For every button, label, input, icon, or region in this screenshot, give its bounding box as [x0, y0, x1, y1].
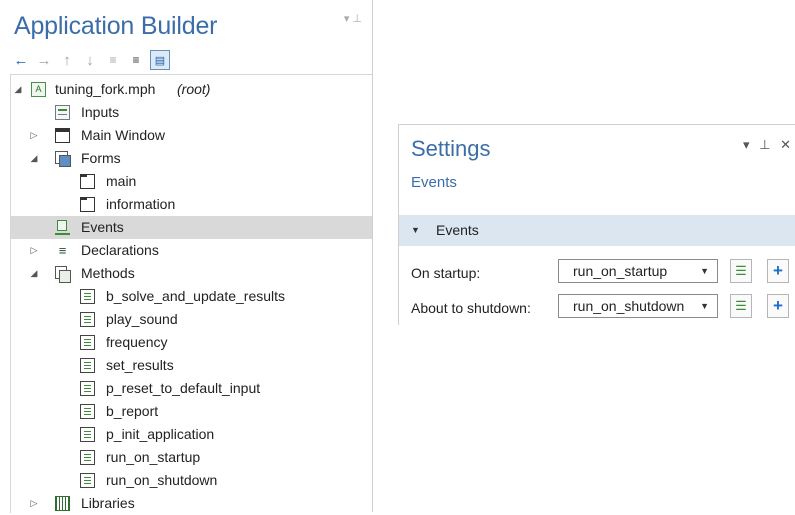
on-startup-row: On startup: run_on_startup ▼ ☰ +: [399, 259, 795, 287]
on-startup-value: run_on_startup: [573, 263, 668, 279]
builder-window-controls[interactable]: ▾ ⊥: [344, 12, 362, 25]
tree-item-p-reset-to-default-input[interactable]: p_reset_to_default_input: [11, 377, 372, 400]
method-icon: [80, 450, 95, 465]
on-startup-select[interactable]: run_on_startup ▼: [558, 259, 718, 283]
tree-item-label: Forms: [81, 150, 121, 166]
tree-item-label: frequency: [106, 334, 168, 350]
declarations-icon: ≡: [58, 243, 67, 258]
tree-item-label: run_on_shutdown: [106, 472, 218, 488]
tree-item-play-sound[interactable]: play_sound: [11, 308, 372, 331]
settings-subtitle: Events: [411, 174, 457, 191]
chevron-down-icon: ▼: [700, 301, 709, 311]
back-arrow-icon[interactable]: ←: [12, 51, 30, 69]
method-icon: [80, 312, 95, 327]
tree-item-b-report[interactable]: b_report: [11, 400, 372, 423]
tree-item-inputs[interactable]: Inputs: [11, 101, 372, 124]
tree-item-label: set_results: [106, 357, 174, 373]
tree-item-forms[interactable]: ◢ Forms: [11, 147, 372, 170]
chevron-down-icon: ▼: [700, 266, 709, 276]
tree-item-label: Methods: [81, 265, 135, 281]
form-icon: [80, 197, 95, 212]
tree-item-label: Events: [81, 219, 124, 235]
tree-item-label: play_sound: [106, 311, 178, 327]
tree-item-label: p_reset_to_default_input: [106, 380, 261, 396]
plus-icon: +: [773, 261, 783, 280]
application-builder-panel: Application Builder ▾ ⊥ ← → ↑ ↓ ≡ ≡ ▤ ◢ A…: [0, 0, 373, 513]
tree-item-declarations[interactable]: ▷ ≡ Declarations: [11, 239, 372, 262]
add-method-button[interactable]: +: [767, 259, 789, 283]
tree-item-label: tuning_fork.mph: [55, 81, 156, 97]
tree-item-b-solve-and-update-results[interactable]: b_solve_and_update_results: [11, 285, 372, 308]
expand-arrow-icon[interactable]: ▷: [29, 239, 39, 262]
show-icon[interactable]: ▤: [150, 50, 170, 70]
tree-item-events[interactable]: Events: [11, 216, 372, 239]
collapse-all-icon[interactable]: ≡: [104, 51, 122, 69]
tree-item-label: main: [106, 173, 137, 189]
tree-item-main[interactable]: main: [11, 170, 372, 193]
on-startup-label: On startup:: [411, 265, 481, 281]
tree-item-set-results[interactable]: set_results: [11, 354, 372, 377]
move-up-icon[interactable]: ↑: [58, 51, 76, 69]
tree-item-main-window[interactable]: ▷ Main Window: [11, 124, 372, 147]
method-icon: [80, 289, 95, 304]
method-icon: [80, 358, 95, 373]
section-label: Events: [436, 222, 479, 238]
settings-panel: Settings ▾ ⊥ ✕ Events ▼ Events On startu…: [398, 124, 795, 325]
add-method-button[interactable]: +: [767, 294, 789, 318]
expand-all-icon[interactable]: ≡: [127, 51, 145, 69]
method-icon: [80, 404, 95, 419]
about-to-shutdown-select[interactable]: run_on_shutdown ▼: [558, 294, 718, 318]
root-icon: A: [31, 82, 46, 97]
tree-item-label: p_init_application: [106, 426, 215, 442]
tree-item-information[interactable]: information: [11, 193, 372, 216]
forward-arrow-icon[interactable]: →: [35, 51, 53, 69]
libraries-icon: [55, 496, 70, 511]
events-section-header[interactable]: ▼ Events: [399, 215, 795, 246]
events-icon: [55, 220, 70, 235]
root-suffix: (root): [177, 81, 211, 97]
methods-icon: [55, 266, 71, 283]
tree-item-tuning-fork-mph[interactable]: ◢ Atuning_fork.mph (root): [11, 78, 372, 101]
method-icon: [80, 473, 95, 488]
tree-item-run-on-shutdown[interactable]: run_on_shutdown: [11, 469, 372, 492]
builder-toolbar: ← → ↑ ↓ ≡ ≡ ▤: [12, 49, 170, 71]
tree-item-label: Main Window: [81, 127, 166, 143]
tree-item-label: Declarations: [81, 242, 159, 258]
model-tree: ◢ Atuning_fork.mph (root) Inputs ▷ Main Windo…: [10, 74, 372, 513]
move-down-icon[interactable]: ↓: [81, 51, 99, 69]
form-icon: [80, 174, 95, 189]
tree-item-p-init-application[interactable]: p_init_application: [11, 423, 372, 446]
expand-arrow-icon[interactable]: ▷: [29, 124, 39, 147]
tree-item-run-on-startup[interactable]: run_on_startup: [11, 446, 372, 469]
method-icon: [80, 381, 95, 396]
tree-item-methods[interactable]: ◢ Methods: [11, 262, 372, 285]
method-icon: [80, 427, 95, 442]
inputs-icon: [55, 105, 70, 120]
tree-item-label: Inputs: [81, 104, 120, 120]
edit-icon: ☰: [735, 263, 747, 278]
collapse-arrow-icon[interactable]: ◢: [29, 262, 39, 285]
about-to-shutdown-value: run_on_shutdown: [573, 298, 685, 314]
builder-title: Application Builder: [14, 12, 218, 40]
edit-method-button[interactable]: ☰: [730, 259, 752, 283]
about-to-shutdown-row: About to shutdown: run_on_shutdown ▼ ☰ +: [399, 294, 795, 322]
forms-icon: [55, 151, 71, 167]
tree-item-frequency[interactable]: frequency: [11, 331, 372, 354]
window-icon: [55, 128, 70, 143]
about-to-shutdown-label: About to shutdown:: [411, 300, 531, 316]
tree-item-label: b_report: [106, 403, 159, 419]
tree-item-label: b_solve_and_update_results: [106, 288, 286, 304]
method-icon: [80, 335, 95, 350]
section-collapse-icon[interactable]: ▼: [411, 215, 420, 246]
tree-item-label: information: [106, 196, 176, 212]
edit-method-button[interactable]: ☰: [730, 294, 752, 318]
plus-icon: +: [773, 296, 783, 315]
settings-window-controls[interactable]: ▾ ⊥ ✕: [743, 137, 794, 153]
tree-item-label: run_on_startup: [106, 449, 201, 465]
collapse-arrow-icon[interactable]: ◢: [29, 147, 39, 170]
settings-title: Settings: [411, 136, 491, 161]
collapse-arrow-icon[interactable]: ◢: [13, 78, 23, 101]
edit-icon: ☰: [735, 298, 747, 313]
